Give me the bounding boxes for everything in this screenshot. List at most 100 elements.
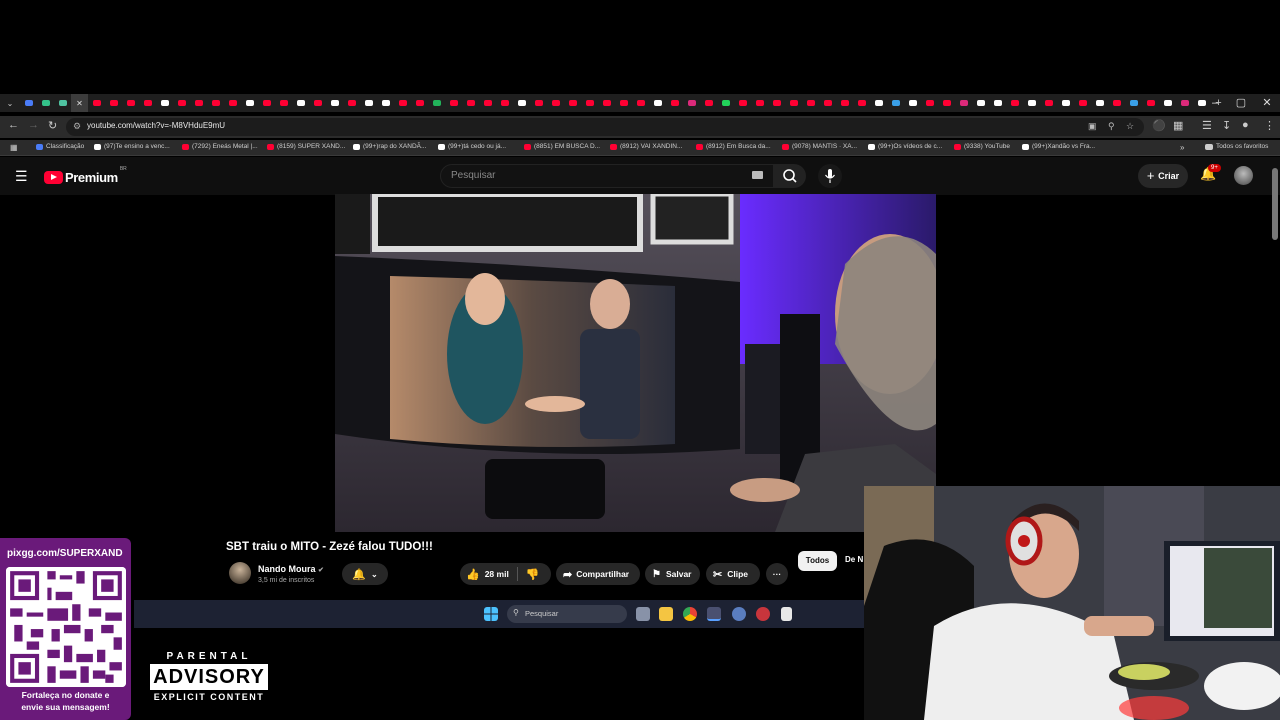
browser-tab[interactable] — [615, 94, 632, 112]
account-avatar[interactable] — [1234, 166, 1253, 185]
browser-tab[interactable] — [275, 94, 292, 112]
youtube-logo[interactable]: Premium BR — [44, 166, 127, 185]
browser-tab[interactable] — [309, 94, 326, 112]
browser-tab[interactable] — [887, 94, 904, 112]
browser-tab[interactable] — [598, 94, 615, 112]
browser-tab[interactable] — [768, 94, 785, 112]
bookmark-item[interactable]: (8851) EM BUSCA D... — [524, 143, 600, 150]
browser-tab[interactable] — [530, 94, 547, 112]
document-icon[interactable] — [781, 607, 792, 621]
browser-tab[interactable] — [496, 94, 513, 112]
browser-tab[interactable] — [1023, 94, 1040, 112]
subscription-bell-button[interactable]: 🔔 ⌄ — [342, 563, 388, 585]
browser-tab[interactable] — [564, 94, 581, 112]
minimize-button[interactable]: – — [1202, 94, 1228, 112]
browser-tab[interactable] — [190, 94, 207, 112]
bookmark-item[interactable]: (99+)tá cedo ou já... — [438, 143, 506, 150]
share-button[interactable]: ➦ Compartilhar — [556, 563, 640, 585]
video-player[interactable] — [335, 194, 936, 532]
keyboard-icon[interactable] — [752, 171, 763, 179]
browser-tab[interactable] — [54, 94, 71, 112]
taskbar-search-input[interactable]: ⚲ Pesquisar — [507, 605, 627, 623]
browser-tab[interactable] — [649, 94, 666, 112]
browser-tab[interactable] — [1176, 94, 1193, 112]
bookmark-item[interactable]: (8912) Em Busca da... — [696, 143, 771, 150]
tab-search-chevron-icon[interactable]: ⌄ — [0, 94, 20, 112]
browser-tab[interactable] — [836, 94, 853, 112]
browser-tab[interactable] — [1108, 94, 1125, 112]
browser-tab[interactable] — [1074, 94, 1091, 112]
file-explorer-icon[interactable] — [659, 607, 673, 621]
chrome-icon[interactable] — [683, 607, 697, 621]
browser-tab[interactable] — [819, 94, 836, 112]
browser-tab[interactable] — [122, 94, 139, 112]
browser-tab[interactable] — [904, 94, 921, 112]
browser-tab[interactable] — [955, 94, 972, 112]
browser-tab[interactable] — [785, 94, 802, 112]
channel-name[interactable]: Nando Moura ✔ — [258, 564, 324, 574]
browser-tab[interactable] — [360, 94, 377, 112]
browser-tab[interactable] — [173, 94, 190, 112]
browser-tab[interactable] — [547, 94, 564, 112]
hamburger-menu-icon[interactable]: ☰ — [15, 168, 28, 185]
browser-menu-icon[interactable]: ⋮ — [1264, 119, 1275, 132]
browser-tab[interactable] — [428, 94, 445, 112]
browser-tab[interactable] — [1006, 94, 1023, 112]
back-arrow-icon[interactable]: ← — [8, 119, 19, 131]
browser-tab[interactable] — [1040, 94, 1057, 112]
site-info-icon[interactable]: ⚙ — [73, 121, 81, 132]
browser-tab[interactable] — [581, 94, 598, 112]
browser-tab[interactable] — [1091, 94, 1108, 112]
browser-tab[interactable] — [921, 94, 938, 112]
browser-tab[interactable] — [972, 94, 989, 112]
more-actions-button[interactable]: ··· — [766, 563, 788, 585]
apps-grid-icon[interactable]: ▦ — [10, 143, 18, 152]
create-button[interactable]: + Criar — [1138, 164, 1188, 188]
browser-tab[interactable] — [479, 94, 496, 112]
browser-tab[interactable] — [700, 94, 717, 112]
chip-de-n[interactable]: De N — [845, 555, 863, 564]
browser-tab[interactable] — [37, 94, 54, 112]
omnibox[interactable]: ⚙ youtube.com/watch?v=-M8VHduE9mU ▣ ⚲ ☆ — [66, 118, 1144, 136]
browser-tab[interactable] — [717, 94, 734, 112]
dislike-button[interactable]: 👎 — [526, 568, 540, 581]
browser-tab[interactable] — [632, 94, 649, 112]
search-input[interactable]: Pesquisar — [440, 164, 774, 188]
install-app-icon[interactable]: ▣ — [1088, 121, 1097, 132]
extensions-icon[interactable]: ▦ — [1173, 119, 1183, 132]
browser-tab[interactable] — [292, 94, 309, 112]
browser-tab[interactable] — [989, 94, 1006, 112]
browser-tab[interactable] — [462, 94, 479, 112]
browser-tab[interactable] — [207, 94, 224, 112]
browser-tab[interactable] — [20, 94, 37, 112]
steam-app-icon[interactable] — [707, 607, 721, 621]
bookmark-item[interactable]: (99+)Os vídeos de c... — [868, 143, 942, 150]
browser-tab[interactable] — [1142, 94, 1159, 112]
page-scrollbar[interactable] — [1272, 168, 1278, 240]
bookmark-star-icon[interactable]: ☆ — [1126, 121, 1134, 132]
browser-tab[interactable] — [1125, 94, 1142, 112]
channel-avatar[interactable] — [229, 562, 251, 584]
zoom-icon[interactable]: ⚲ — [1108, 121, 1115, 132]
close-window-button[interactable]: ✕ — [1254, 94, 1280, 112]
search-button[interactable] — [774, 164, 806, 188]
browser-tab[interactable] — [734, 94, 751, 112]
browser-tab[interactable] — [377, 94, 394, 112]
browser-tab[interactable] — [870, 94, 887, 112]
browser-tab[interactable] — [666, 94, 683, 112]
bookmark-item[interactable]: (9078) MANTIS · XA... — [782, 143, 857, 150]
task-view-icon[interactable] — [636, 607, 650, 621]
bookmark-item[interactable]: Classificação — [36, 143, 84, 150]
browser-tab[interactable] — [241, 94, 258, 112]
browser-tab[interactable] — [802, 94, 819, 112]
browser-tab[interactable] — [105, 94, 122, 112]
browser-tab[interactable] — [445, 94, 462, 112]
browser-tab[interactable] — [683, 94, 700, 112]
reload-icon[interactable]: ↻ — [48, 119, 57, 132]
browser-tab[interactable] — [224, 94, 241, 112]
bookmark-item[interactable]: (99+)rap do XANDÃ... — [353, 143, 426, 150]
profile-icon[interactable]: ● — [1242, 119, 1249, 131]
clip-button[interactable]: ✂ Clipe — [706, 563, 760, 585]
bookmark-item[interactable]: (99+)Xandão vs Fra... — [1022, 143, 1095, 150]
browser-tab[interactable] — [139, 94, 156, 112]
